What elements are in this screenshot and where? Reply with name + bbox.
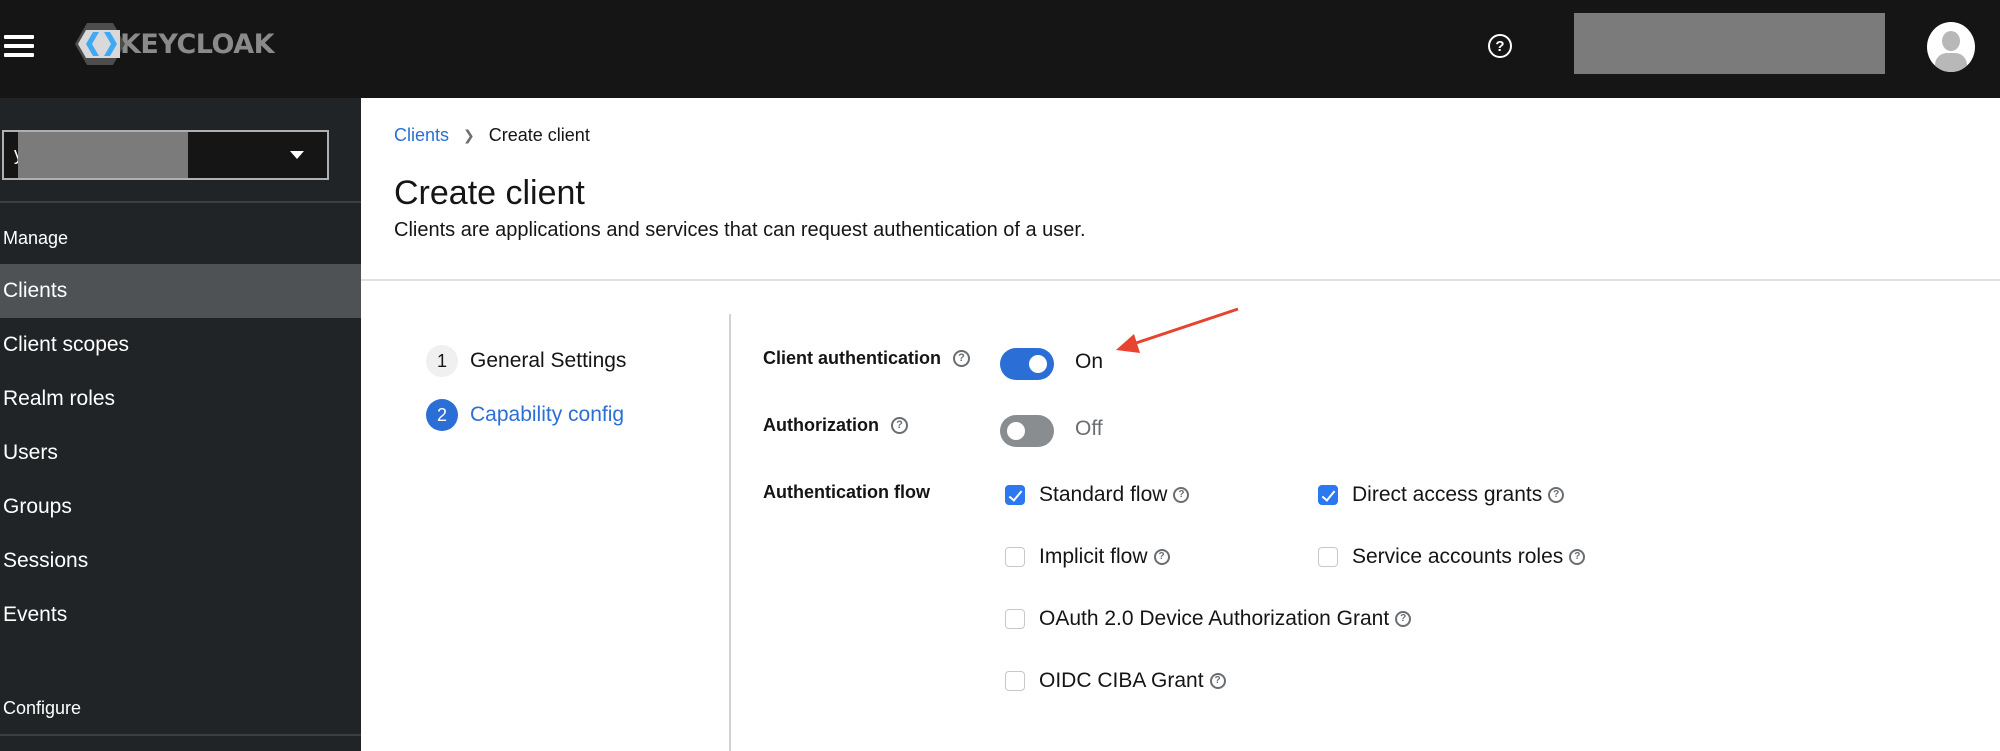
- help-icon[interactable]: ?: [1153, 549, 1170, 565]
- sidebar-item-users[interactable]: Users: [0, 426, 361, 480]
- direct-access-grants-option: Direct access grants ?: [1318, 483, 1565, 507]
- standard-flow-label[interactable]: Standard flow: [1039, 483, 1167, 507]
- service-accounts-roles-option: Service accounts roles ?: [1318, 545, 1586, 569]
- caret-down-icon: [290, 151, 304, 159]
- authentication-flow-label: Authentication flow: [763, 482, 930, 503]
- nav-section-manage: Manage: [3, 228, 69, 248]
- help-icon[interactable]: ?: [1569, 549, 1586, 565]
- switch-knob: [1029, 355, 1047, 373]
- help-icon[interactable]: ?: [1488, 34, 1512, 58]
- help-icon[interactable]: ?: [953, 350, 971, 367]
- service-accounts-roles-label[interactable]: Service accounts roles: [1352, 545, 1563, 569]
- authorization-label-text: Authorization: [763, 415, 879, 435]
- direct-access-grants-checkbox[interactable]: [1318, 485, 1338, 505]
- switch-knob: [1007, 422, 1025, 440]
- step-label: General Settings: [470, 349, 627, 372]
- device-authorization-grant-checkbox[interactable]: [1005, 609, 1025, 629]
- user-avatar-icon: [1942, 31, 1960, 51]
- wizard-step-general-settings[interactable]: 1 General Settings: [426, 345, 626, 377]
- sidebar-item-events[interactable]: Events: [0, 588, 361, 642]
- device-authorization-grant-label[interactable]: OAuth 2.0 Device Authorization Grant: [1039, 607, 1389, 631]
- oidc-ciba-grant-checkbox[interactable]: [1005, 671, 1025, 691]
- sidebar-item-clients[interactable]: Clients: [0, 264, 361, 318]
- help-icon[interactable]: ?: [1548, 487, 1565, 503]
- keycloak-logo[interactable]: KEYCLOAK: [74, 22, 275, 66]
- implicit-flow-checkbox[interactable]: [1005, 547, 1025, 567]
- masthead: KEYCLOAK ?: [0, 0, 2000, 98]
- step-label: Capability config: [470, 403, 625, 426]
- realm-name-redaction: [18, 132, 188, 178]
- brand-name: KEYCLOAK: [120, 28, 275, 60]
- avatar-body: [1935, 53, 1967, 72]
- client-authentication-label: Client authentication ?: [763, 348, 971, 369]
- oidc-ciba-grant-option: OIDC CIBA Grant ?: [1005, 669, 1226, 693]
- authorization-switch[interactable]: [1000, 415, 1054, 447]
- authorization-state: Off: [1075, 417, 1103, 440]
- breadcrumb-current: Create client: [488, 125, 590, 145]
- sidebar-item-client-scopes[interactable]: Client scopes: [0, 318, 361, 372]
- step-number: 1: [426, 345, 458, 377]
- page-title: Create client: [394, 174, 585, 212]
- angle-right-icon: ❯: [463, 127, 475, 143]
- page-description: Clients are applications and services th…: [394, 219, 1086, 241]
- help-icon[interactable]: ?: [890, 417, 908, 434]
- sidebar-divider: [0, 734, 361, 736]
- realm-selector[interactable]: y: [2, 130, 329, 180]
- avatar[interactable]: [1927, 22, 1975, 72]
- sidebar-item-realm-roles[interactable]: Realm roles: [0, 372, 361, 426]
- implicit-flow-option: Implicit flow ?: [1005, 545, 1170, 569]
- client-authentication-switch[interactable]: [1000, 348, 1054, 380]
- app-root: KEYCLOAK ? y Manage Clients Client scope…: [0, 0, 2000, 751]
- device-authorization-grant-option: OAuth 2.0 Device Authorization Grant ?: [1005, 607, 1412, 631]
- authentication-flow-label-text: Authentication flow: [763, 482, 930, 502]
- standard-flow-checkbox[interactable]: [1005, 485, 1025, 505]
- implicit-flow-label[interactable]: Implicit flow: [1039, 545, 1148, 569]
- sidebar-item-groups[interactable]: Groups: [0, 480, 361, 534]
- keycloak-logo-icon: [75, 23, 125, 65]
- wizard-step-capability-config[interactable]: 2 Capability config: [426, 399, 624, 431]
- header-divider: [361, 279, 2000, 281]
- sidebar-item-sessions[interactable]: Sessions: [0, 534, 361, 588]
- user-menu-redacted[interactable]: [1574, 13, 1885, 74]
- step-number: 2: [426, 399, 458, 431]
- sidebar-divider: [0, 201, 361, 203]
- direct-access-grants-label[interactable]: Direct access grants: [1352, 483, 1542, 507]
- oidc-ciba-grant-label[interactable]: OIDC CIBA Grant: [1039, 669, 1204, 693]
- help-icon[interactable]: ?: [1395, 611, 1412, 627]
- standard-flow-option: Standard flow ?: [1005, 483, 1190, 507]
- client-authentication-label-text: Client authentication: [763, 348, 942, 368]
- breadcrumb-clients-link[interactable]: Clients: [394, 125, 449, 146]
- nav-section-configure: Configure: [3, 698, 82, 718]
- wizard-divider: [729, 314, 731, 751]
- sidebar: y Manage Clients Client scopes Realm rol…: [0, 98, 361, 751]
- help-icon[interactable]: ?: [1209, 673, 1226, 689]
- breadcrumb: Clients ❯ Create client: [394, 125, 590, 146]
- service-accounts-roles-checkbox[interactable]: [1318, 547, 1338, 567]
- main-content: Clients ❯ Create client Create client Cl…: [361, 98, 2000, 751]
- help-icon[interactable]: ?: [1173, 487, 1190, 503]
- authorization-label: Authorization ?: [763, 415, 908, 436]
- client-authentication-state: On: [1075, 350, 1104, 373]
- hamburger-icon[interactable]: [4, 33, 34, 59]
